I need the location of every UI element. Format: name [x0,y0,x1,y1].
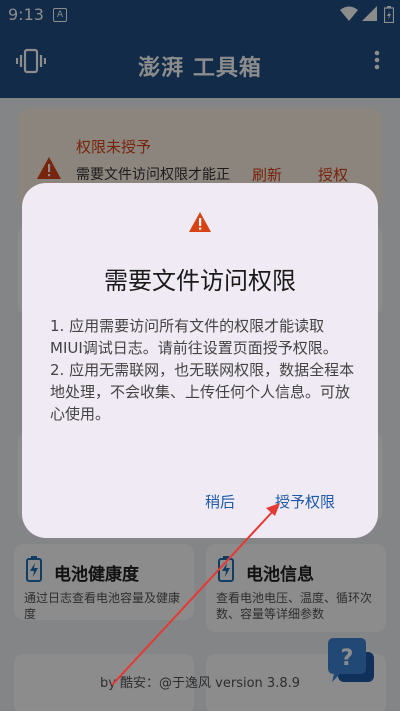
annotation-arrow [111,503,280,686]
